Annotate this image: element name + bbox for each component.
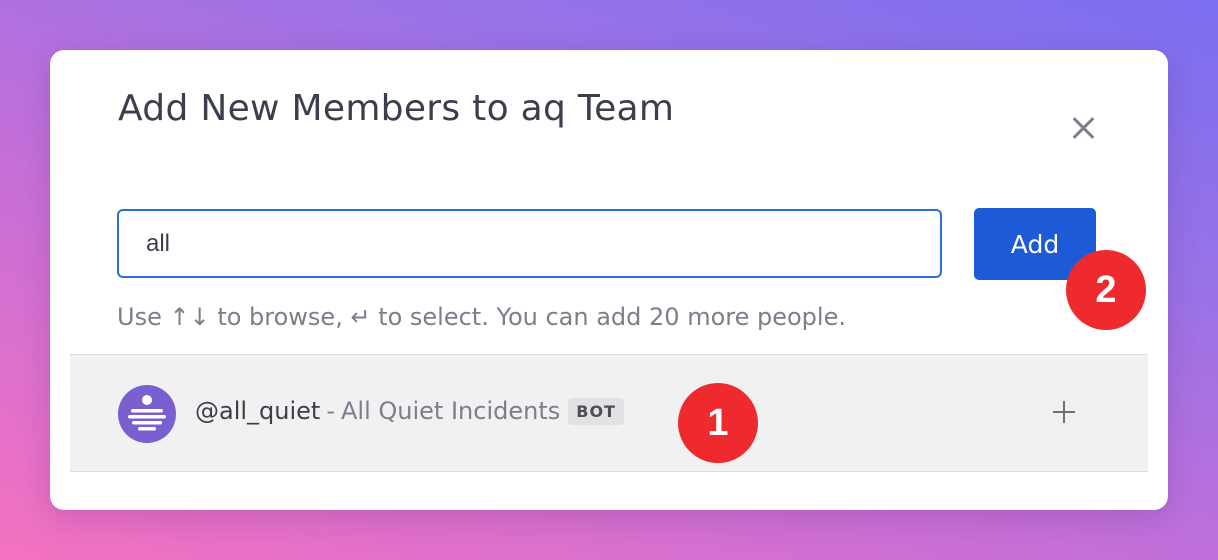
member-handle: @all_quiet — [195, 397, 321, 425]
add-members-modal: Add New Members to aq Team Add Use ↑↓ to… — [50, 50, 1168, 510]
annotation-marker-1: 1 — [678, 383, 758, 463]
member-full-name: All Quiet Incidents — [341, 397, 561, 425]
close-icon[interactable] — [1066, 110, 1102, 146]
all-quiet-logo-icon — [118, 385, 176, 443]
result-item-all-quiet[interactable]: @all_quiet - All Quiet Incidents BOT — [70, 355, 1148, 471]
member-search-input[interactable] — [117, 209, 942, 278]
search-results-list: @all_quiet - All Quiet Incidents BOT — [70, 354, 1148, 472]
annotation-marker-2: 2 — [1066, 250, 1146, 330]
modal-title: Add New Members to aq Team — [118, 88, 675, 129]
plus-icon[interactable] — [1053, 401, 1075, 423]
member-info: @all_quiet - All Quiet Incidents BOT — [195, 397, 624, 425]
keyboard-hint: Use ↑↓ to browse, ↵ to select. You can a… — [117, 303, 846, 331]
member-separator: - — [326, 397, 336, 425]
bot-badge: BOT — [568, 397, 624, 425]
